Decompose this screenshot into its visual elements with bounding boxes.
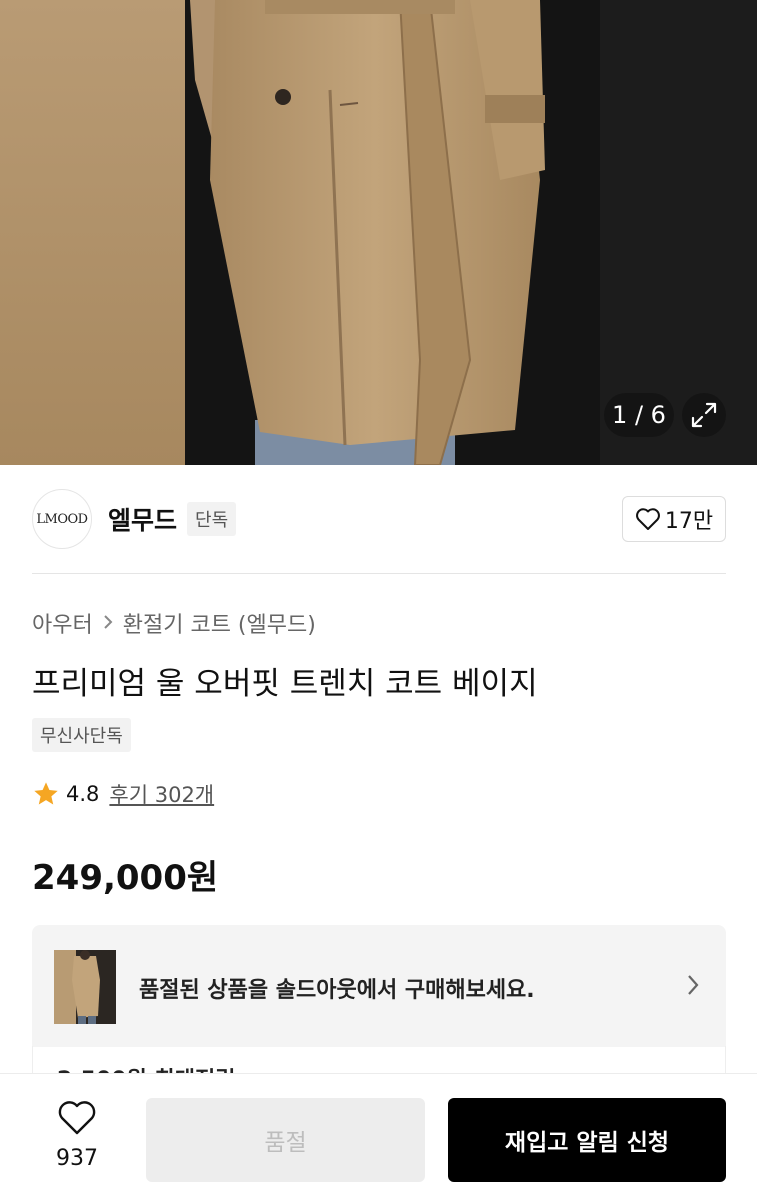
reviews-link[interactable]: 후기 302개: [109, 779, 214, 809]
soldout-banner[interactable]: 품절된 상품을 솔드아웃에서 구매해보세요.: [32, 925, 726, 1047]
soldout-button[interactable]: 품절: [146, 1098, 425, 1182]
chevron-right-icon: [686, 973, 700, 1001]
chevron-right-icon: [103, 611, 113, 635]
heart-icon: [58, 1101, 96, 1135]
product-title: 프리미엄 울 오버핏 트렌치 코트 베이지: [32, 666, 538, 702]
breadcrumb-subcategory[interactable]: 환절기 코트 (엘무드): [123, 607, 316, 639]
product-price: 249,000원: [32, 858, 219, 898]
rating: 4.8 후기 302개: [32, 779, 214, 809]
restock-alert-button[interactable]: 재입고 알림 신청: [448, 1098, 726, 1182]
expand-icon[interactable]: [682, 393, 726, 437]
brand-like-button[interactable]: 17만: [622, 496, 726, 542]
brand-name[interactable]: 엘무드: [108, 501, 177, 537]
star-icon: [34, 782, 58, 805]
breadcrumb-category[interactable]: 아우터: [32, 607, 93, 639]
image-counter: 1 / 6: [604, 393, 674, 437]
heart-icon: [635, 508, 660, 530]
brand-logo[interactable]: LMOOD: [32, 489, 92, 549]
soldout-banner-text: 품절된 상품을 솔드아웃에서 구매해보세요.: [139, 978, 535, 1003]
divider: [32, 573, 726, 574]
brand-exclusive-badge: 단독: [187, 502, 237, 536]
exclusive-badge: 무신사단독: [32, 718, 131, 752]
breadcrumb: 아우터 환절기 코트 (엘무드): [32, 607, 316, 639]
brand-like-count: 17만: [664, 509, 714, 534]
brand-row: LMOOD 엘무드 단독 17만: [32, 488, 726, 550]
brand-logo-text: LMOOD: [36, 511, 88, 527]
wishlist-count: 937: [56, 1146, 98, 1171]
wishlist-button[interactable]: 937: [46, 1100, 108, 1171]
rating-score: 4.8: [66, 782, 100, 806]
product-image[interactable]: 1 / 6: [0, 0, 757, 465]
bottom-action-bar: 937 품절 재입고 알림 신청: [0, 1073, 757, 1200]
soldout-thumbnail: [54, 950, 116, 1024]
